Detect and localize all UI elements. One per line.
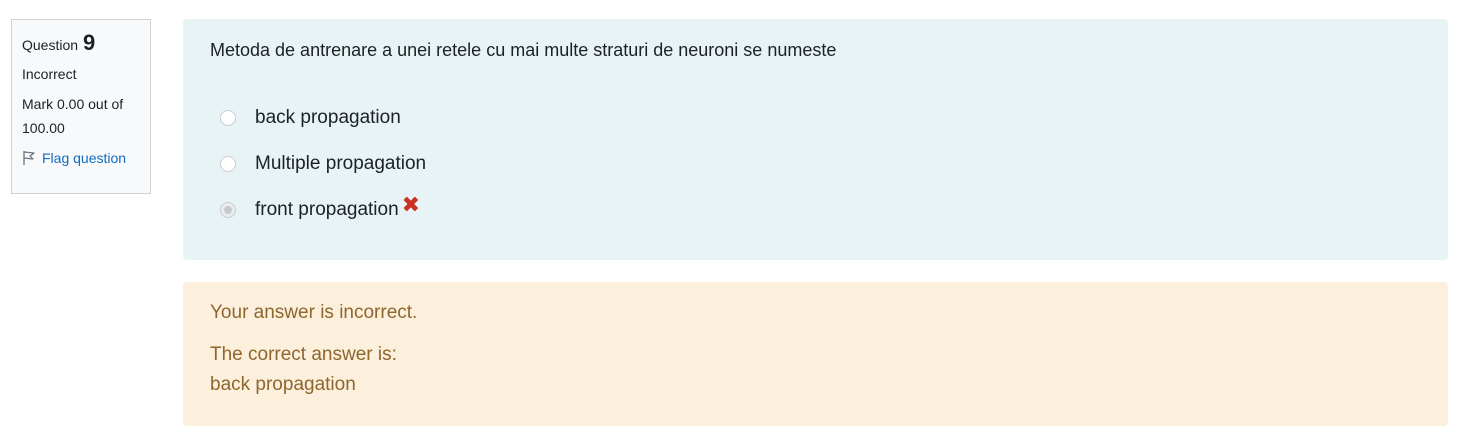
question-info: Question 9 Incorrect Mark 0.00 out of 10… — [11, 19, 151, 194]
answer-label: Multiple propagation — [255, 153, 427, 174]
feedback-general: Your answer is incorrect. — [210, 302, 418, 323]
flag-question-label: Flag question — [42, 150, 127, 166]
question-heading: Question 9 — [22, 30, 150, 60]
answer-radio[interactable] — [220, 156, 236, 172]
flag-icon — [23, 151, 35, 165]
feedback-right-answer: The correct answer is: back propagation — [210, 340, 1421, 400]
question-number: 9 — [83, 30, 96, 55]
answer-option[interactable]: Multiple propagation — [220, 141, 1421, 187]
question-text: Metoda de antrenare a unei retele cu mai… — [210, 40, 837, 60]
question-grade: Mark 0.00 out of 100.00 — [22, 96, 124, 136]
answer-option[interactable]: back propagation — [220, 95, 1421, 141]
answer-option[interactable]: front propagation ✖ — [220, 187, 1421, 233]
right-answer-value: back propagation — [210, 374, 356, 395]
question-feedback: Your answer is incorrect. The correct an… — [183, 282, 1448, 426]
question-formulation: Metoda de antrenare a unei retele cu mai… — [183, 19, 1448, 260]
answer-label: front propagation — [255, 199, 399, 220]
answer-options: back propagation Multiple propagation fr… — [210, 95, 1421, 233]
answer-radio-selected[interactable] — [220, 202, 236, 218]
incorrect-icon: ✖ — [401, 192, 421, 217]
answer-label: back propagation — [255, 107, 401, 128]
question-label: Question — [22, 37, 79, 53]
question-state: Incorrect — [22, 66, 77, 82]
flag-question-link[interactable]: Flag question — [22, 150, 150, 166]
answer-radio[interactable] — [220, 110, 236, 126]
right-answer-prefix: The correct answer is: — [210, 344, 397, 365]
